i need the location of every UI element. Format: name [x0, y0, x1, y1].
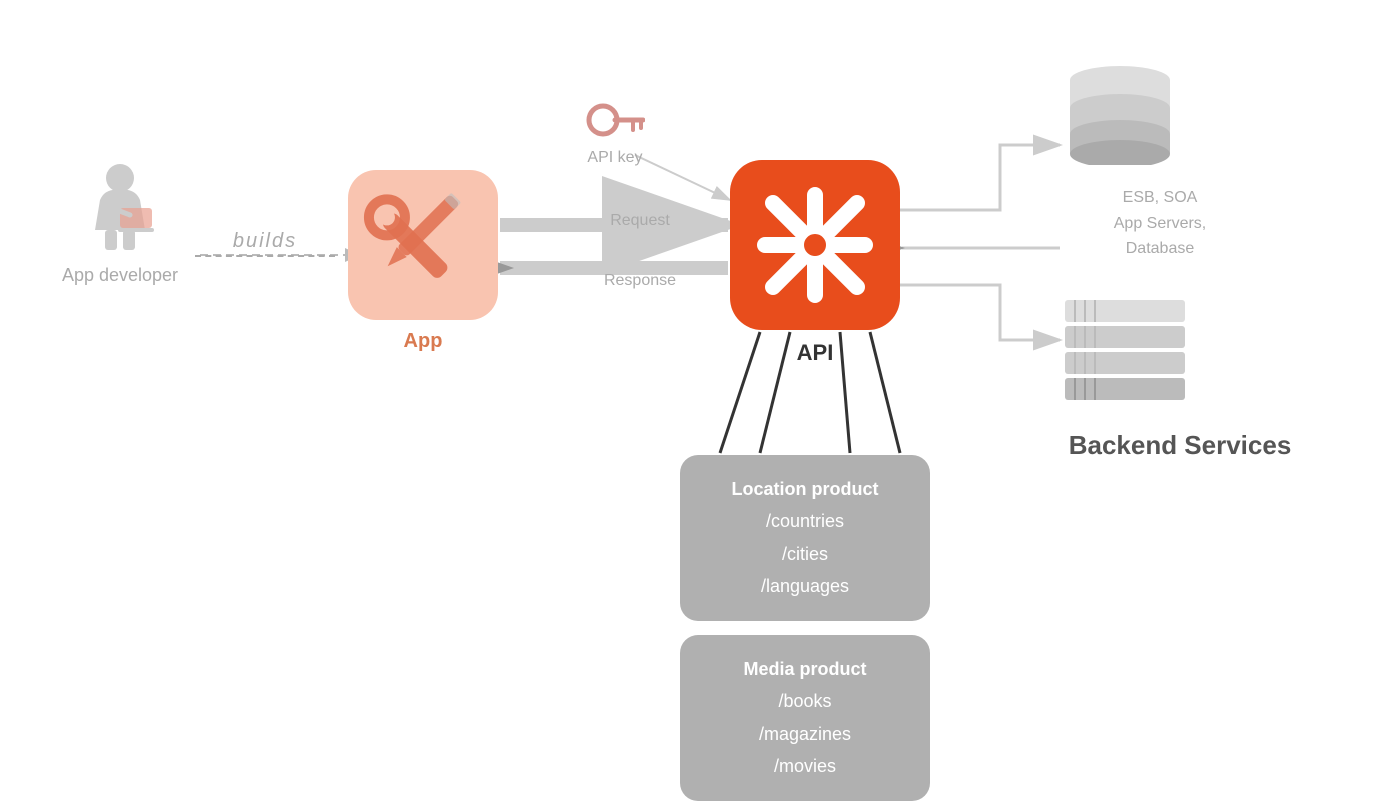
api-logo-icon	[755, 185, 875, 305]
response-label: Response	[560, 272, 720, 290]
backend-services-label: Backend Services	[1050, 430, 1310, 461]
app-developer-section: App developer	[40, 160, 200, 286]
media-product-line3: /magazines	[704, 718, 906, 750]
database-stack-icon	[1060, 55, 1180, 165]
app-label: App	[348, 330, 498, 353]
builds-label: builds	[195, 230, 335, 257]
app-box	[348, 170, 498, 320]
tools-icon	[348, 170, 498, 320]
api-label: API	[730, 340, 900, 366]
server-rack-icon	[1060, 295, 1190, 405]
media-product-box: Media product /books /magazines /movies	[680, 635, 930, 801]
api-box	[730, 160, 900, 330]
api-key-label: API key	[555, 149, 675, 167]
location-product-line1: Location product	[704, 473, 906, 505]
developer-icon	[75, 160, 165, 260]
location-product-line4: /languages	[704, 570, 906, 602]
media-product-line1: Media product	[704, 653, 906, 685]
media-product-line2: /books	[704, 685, 906, 717]
location-product-line2: /countries	[704, 505, 906, 537]
esb-soa-label: ESB, SOA App Servers, Database	[1060, 185, 1260, 262]
app-developer-label: App developer	[40, 265, 200, 286]
key-icon	[585, 100, 645, 140]
api-key-area: API key	[555, 100, 675, 167]
database-icon-area	[1060, 55, 1180, 170]
request-label: Request	[560, 212, 720, 230]
diagram-container: App developer builds App	[0, 0, 1382, 810]
location-product-box: Location product /countries /cities /lan…	[680, 455, 930, 621]
media-product-line4: /movies	[704, 750, 906, 782]
server-rack-icon-area	[1060, 295, 1190, 410]
location-product-line3: /cities	[704, 538, 906, 570]
